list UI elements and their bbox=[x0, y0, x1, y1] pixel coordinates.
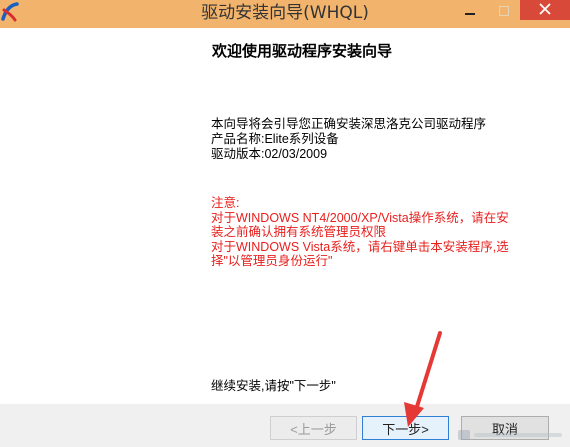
maximize-icon bbox=[498, 2, 510, 21]
warning-line: 装之前确认拥有系统管理员权限 bbox=[211, 225, 387, 239]
app-logo-icon bbox=[0, 1, 20, 23]
warning-notice: 注意: 对于WINDOWS NT4/2000/XP/Vista操作系统，请在安 … bbox=[211, 196, 556, 269]
maximize-button[interactable] bbox=[489, 0, 519, 22]
warning-title: 注意: bbox=[211, 196, 240, 210]
continue-instruction: 继续安装,请按"下一步" bbox=[211, 379, 336, 393]
driver-info: 本向导将会引导您正确安装深思洛克公司驱动程序 产品名称:Elite系列设备 驱动… bbox=[211, 117, 486, 162]
watermark-logo bbox=[458, 430, 562, 440]
installer-window: 驱动安装向导(WHQL) 欢迎使用驱动程序安装向导 本向导将会引导您正确安装深思… bbox=[0, 0, 570, 447]
minimize-icon bbox=[464, 2, 476, 21]
intro-line: 本向导将会引导您正确安装深思洛克公司驱动程序 bbox=[211, 117, 487, 131]
warning-line: 对于WINDOWS NT4/2000/XP/Vista操作系统，请在安 bbox=[211, 210, 509, 225]
warning-line: 择"以管理员身份运行" bbox=[211, 254, 333, 268]
back-button[interactable]: <上一步 bbox=[270, 416, 357, 440]
next-button[interactable]: 下一步> bbox=[362, 416, 449, 440]
close-button[interactable] bbox=[520, 0, 570, 20]
title-bar[interactable]: 驱动安装向导(WHQL) bbox=[0, 0, 570, 28]
close-icon bbox=[538, 1, 552, 20]
wizard-heading: 欢迎使用驱动程序安装向导 bbox=[212, 42, 393, 60]
driver-version-line: 驱动版本:02/03/2009 bbox=[211, 147, 328, 161]
warning-line: 对于WINDOWS Vista系统，请右键单击本安装程序,选 bbox=[211, 239, 509, 254]
minimize-button[interactable] bbox=[455, 0, 485, 22]
product-name-line: 产品名称:Elite系列设备 bbox=[211, 132, 339, 146]
